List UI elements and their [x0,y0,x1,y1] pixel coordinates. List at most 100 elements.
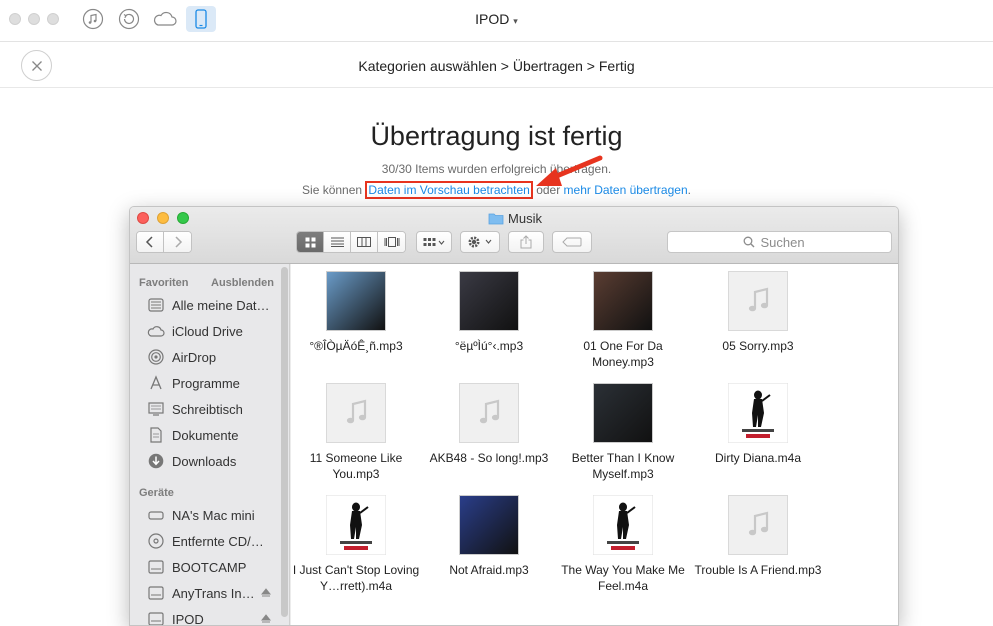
back-button[interactable] [137,232,164,252]
search-field[interactable] [667,231,892,253]
sidebar-item-label: BOOTCAMP [172,560,246,575]
airdrop-icon [147,348,165,366]
file-item[interactable]: 11 Someone Like You.mp3 [291,383,421,483]
file-item[interactable]: Better Than I Know Myself.mp3 [558,383,688,483]
sidebar-item-label: Downloads [172,454,236,469]
gear-icon [467,235,493,249]
device-selector[interactable]: IPOD ▾ [0,11,993,27]
chevron-left-icon [145,236,155,248]
sidebar-item-label: NA's Mac mini [172,508,255,523]
result-line-prefix: Sie können [302,183,365,197]
sidebar-item-downloads[interactable]: Downloads [147,450,283,472]
coverflow-view-button[interactable] [378,232,405,252]
album-art [459,495,519,555]
app-toolbar: IPOD ▾ [0,0,993,42]
file-item[interactable]: Dirty Diana.m4a [693,383,823,483]
file-item[interactable]: AKB48 - So long!.mp3 [424,383,554,483]
sidebar-item-mac-mini[interactable]: NA's Mac mini [147,504,283,526]
folder-icon [488,212,504,228]
sidebar-item-label: iCloud Drive [172,324,243,339]
tag-button[interactable] [552,231,592,253]
disk-icon [147,558,165,576]
finder-title: Musik [130,211,899,228]
music-note-icon [728,271,788,331]
sidebar-item-airdrop[interactable]: AirDrop [147,346,283,368]
file-item[interactable]: 01 One For Da Money.mp3 [558,271,688,371]
file-name: Better Than I Know Myself.mp3 [558,450,688,482]
hide-favorites-button[interactable]: Ausblenden [211,277,274,289]
disk-icon [147,610,165,626]
applications-icon [147,374,165,392]
grid-icon [305,237,316,248]
action-button[interactable] [460,231,500,253]
album-art [593,383,653,443]
icon-view-button[interactable] [297,232,324,252]
search-input[interactable] [761,235,817,250]
result-line-suffix: . [688,183,691,197]
file-name: Dirty Diana.m4a [693,450,823,466]
sidebar-item-label: AnyTrans In… [172,586,255,601]
file-item[interactable]: 05 Sorry.mp3 [693,271,823,371]
sidebar-item-icloud-drive[interactable]: iCloud Drive [147,320,283,342]
icloud-drive-icon [147,322,165,340]
list-view-button[interactable] [324,232,351,252]
sidebar-item-desktop[interactable]: Schreibtisch [147,398,283,420]
sidebar-item-remote-disc[interactable]: Entfernte CD/… [147,530,283,552]
remote-disc-icon [147,532,165,550]
tag-icon [562,237,582,247]
file-item[interactable]: °®ÎÒµÄóÊ¸ñ.mp3 [291,271,421,371]
all-files-icon [147,296,165,314]
album-art [326,495,386,555]
eject-icon[interactable] [261,588,271,598]
album-art [593,271,653,331]
chevron-down-icon: ▾ [513,16,518,26]
file-item[interactable]: The Way You Make Me Feel.m4a [558,495,688,595]
column-view-button[interactable] [351,232,378,252]
file-name: 11 Someone Like You.mp3 [291,450,421,482]
sidebar-scrollbar[interactable] [281,267,288,617]
album-art [326,271,386,331]
devices-header: Geräte [139,487,174,499]
file-name: AKB48 - So long!.mp3 [424,450,554,466]
sidebar-item-label: Schreibtisch [172,402,243,417]
sidebar-item-label: Programme [172,376,240,391]
view-mode-control [296,231,406,253]
sidebar-item-documents[interactable]: Dokumente [147,424,283,446]
sidebar-item-label: AirDrop [172,350,216,365]
navigation-buttons [136,231,192,253]
music-note-icon [459,383,519,443]
breadcrumb: Kategorien auswählen > Übertragen > Fert… [0,58,993,74]
annotation-arrow-icon [522,152,604,198]
file-name: Trouble Is A Friend.mp3 [693,562,823,578]
sidebar-item-bootcamp[interactable]: BOOTCAMP [147,556,283,578]
preview-data-link[interactable]: Daten im Vorschau betrachten [365,181,532,199]
file-name: I Just Can't Stop Loving Y…rrett).m4a [291,562,421,594]
share-button[interactable] [508,231,544,253]
file-item[interactable]: °ëµºÌú°‹.mp3 [424,271,554,371]
coverflow-icon [384,237,400,247]
mac-mini-icon [147,506,165,524]
arrange-grid-icon [423,237,445,247]
album-art [593,495,653,555]
result-subtitle: 30/30 Items wurden erfolgreich übertrage… [0,162,993,176]
music-note-icon [326,383,386,443]
result-title: Übertragung ist fertig [0,121,993,152]
finder-sidebar: Favoriten Ausblenden Alle meine Dat… iCl… [130,264,290,626]
finder-window: Musik Favorit [129,206,899,626]
file-item[interactable]: Trouble Is A Friend.mp3 [693,495,823,595]
eject-icon[interactable] [261,614,271,624]
file-item[interactable]: I Just Can't Stop Loving Y…rrett).m4a [291,495,421,595]
file-grid: °®ÎÒµÄóÊ¸ñ.mp3°ëµºÌú°‹.mp301 One For Da … [291,264,899,626]
forward-button[interactable] [164,232,191,252]
file-name: Not Afraid.mp3 [424,562,554,578]
sidebar-item-label: Entfernte CD/… [172,534,264,549]
downloads-icon [147,452,165,470]
finder-title-text: Musik [508,211,542,226]
sidebar-item-applications[interactable]: Programme [147,372,283,394]
music-note-icon [728,495,788,555]
arrange-button[interactable] [416,231,452,253]
list-icon [331,237,344,247]
sidebar-item-label: Dokumente [172,428,238,443]
file-item[interactable]: Not Afraid.mp3 [424,495,554,595]
sidebar-item-all-files[interactable]: Alle meine Dat… [147,294,283,316]
